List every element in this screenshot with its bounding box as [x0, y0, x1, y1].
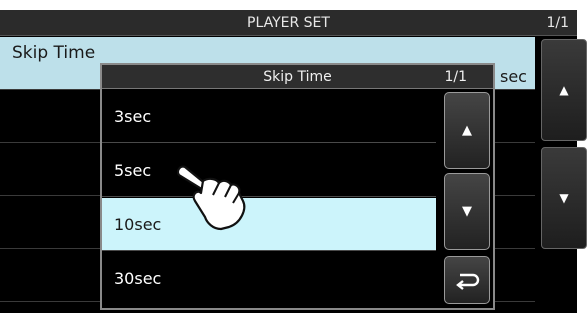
- option-3sec[interactable]: 3sec: [102, 90, 436, 143]
- dialog-title-bar: Skip Time 1/1: [102, 65, 493, 89]
- scroll-up-button[interactable]: ▲: [541, 39, 587, 141]
- dialog-up-button[interactable]: ▲: [444, 92, 490, 169]
- triangle-up-icon: ▲: [559, 83, 569, 97]
- triangle-up-icon: ▲: [462, 123, 472, 138]
- skip-time-dialog: Skip Time 1/1 3sec 5sec 10sec 30sec ▲ ▼: [100, 63, 495, 310]
- option-label: 3sec: [114, 107, 152, 126]
- option-5sec[interactable]: 5sec: [102, 144, 436, 197]
- menu-item-label: Skip Time: [12, 43, 96, 63]
- page-title: PLAYER SET: [247, 15, 330, 31]
- scroll-column: ▲ ▼: [538, 37, 587, 313]
- return-arrow-icon: [456, 273, 480, 290]
- dialog-back-button[interactable]: [444, 256, 490, 304]
- option-10sec[interactable]: 10sec: [102, 198, 436, 251]
- option-label: 10sec: [114, 215, 162, 234]
- page-indicator: 1/1: [546, 15, 569, 31]
- option-label: 5sec: [114, 161, 152, 180]
- dialog-page-indicator: 1/1: [444, 69, 467, 85]
- hand-pointer-icon: [176, 165, 246, 231]
- triangle-down-icon: ▼: [462, 204, 472, 219]
- option-label: 30sec: [114, 269, 162, 288]
- title-bar: PLAYER SET 1/1: [0, 10, 577, 36]
- option-30sec[interactable]: 30sec: [102, 252, 436, 305]
- dialog-title: Skip Time: [263, 69, 332, 85]
- triangle-down-icon: ▼: [559, 191, 569, 205]
- dialog-down-button[interactable]: ▼: [444, 173, 490, 250]
- scroll-down-button[interactable]: ▼: [541, 147, 587, 249]
- menu-item-value: sec: [500, 67, 527, 86]
- screen: PLAYER SET 1/1 Skip Time sec ▲ ▼ Skip Ti…: [0, 0, 587, 313]
